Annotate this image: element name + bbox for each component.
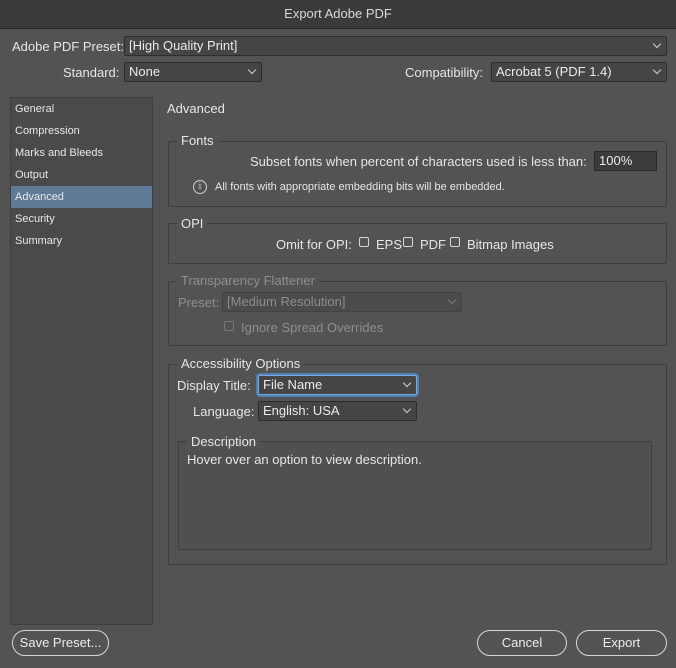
opi-panel xyxy=(168,223,667,264)
language-value: English: USA xyxy=(263,403,340,418)
pdf-checkbox[interactable] xyxy=(403,237,413,247)
display-title-label: Display Title: xyxy=(177,378,251,393)
preset-dropdown[interactable]: [High Quality Print] xyxy=(124,36,667,56)
description-text: Hover over an option to view description… xyxy=(187,452,422,467)
sidebar-item-output[interactable]: Output xyxy=(11,164,152,186)
save-preset-button[interactable]: Save Preset... xyxy=(12,630,109,656)
cancel-button[interactable]: Cancel xyxy=(477,630,567,656)
ignore-spread-overrides-checkbox[interactable] xyxy=(224,321,234,331)
ignore-spread-overrides-label: Ignore Spread Overrides xyxy=(241,320,384,335)
sidebar-item-advanced[interactable]: Advanced xyxy=(11,186,152,208)
omit-opi-label: Omit for OPI: xyxy=(276,237,352,252)
display-title-dropdown[interactable]: File Name xyxy=(258,375,417,395)
bitmap-images-checkbox[interactable] xyxy=(450,237,460,247)
chevron-down-icon xyxy=(652,65,662,75)
info-icon: i xyxy=(193,180,207,194)
transparency-preset-label: Preset: xyxy=(178,295,220,310)
sidebar-item-summary[interactable]: Summary xyxy=(11,230,152,252)
export-button[interactable]: Export xyxy=(576,630,667,656)
transparency-panel xyxy=(168,281,667,346)
transparency-preset-value: [Medium Resolution] xyxy=(227,294,346,309)
bitmap-images-label: Bitmap Images xyxy=(467,237,554,252)
subset-label: Subset fonts when percent of characters … xyxy=(250,154,587,169)
transparency-preset-dropdown[interactable]: [Medium Resolution] xyxy=(222,292,462,312)
fonts-legend: Fonts xyxy=(177,133,218,148)
compatibility-dropdown[interactable]: Acrobat 5 (PDF 1.4) xyxy=(491,62,667,82)
chevron-down-icon xyxy=(402,378,412,388)
subset-percent-input[interactable]: 100% xyxy=(594,151,657,171)
description-legend: Description xyxy=(187,434,261,449)
transparency-legend: Transparency Flattener xyxy=(177,273,319,288)
pdf-label: PDF xyxy=(420,237,446,252)
eps-checkbox[interactable] xyxy=(359,237,369,247)
standard-label: Standard: xyxy=(63,65,120,80)
chevron-down-icon xyxy=(652,39,662,49)
sidebar-item-marks-and-bleeds[interactable]: Marks and Bleeds xyxy=(11,142,152,164)
eps-label: EPS xyxy=(376,237,403,252)
fonts-info-text: All fonts with appropriate embedding bit… xyxy=(215,181,505,193)
preset-label: Adobe PDF Preset: xyxy=(12,39,124,54)
compatibility-label: Compatibility: xyxy=(405,65,484,80)
chevron-down-icon xyxy=(247,65,257,75)
opi-legend: OPI xyxy=(177,216,208,231)
chevron-down-icon xyxy=(447,295,457,305)
fonts-panel xyxy=(168,141,667,207)
language-dropdown[interactable]: English: USA xyxy=(258,401,417,421)
standard-dropdown[interactable]: None xyxy=(124,62,262,82)
sidebar-item-security[interactable]: Security xyxy=(11,208,152,230)
compatibility-value: Acrobat 5 (PDF 1.4) xyxy=(496,64,612,79)
page-title: Advanced xyxy=(167,101,225,116)
sidebar-item-compression[interactable]: Compression xyxy=(11,120,152,142)
sidebar: General Compression Marks and Bleeds Out… xyxy=(10,97,153,625)
display-title-value: File Name xyxy=(263,377,323,392)
standard-value: None xyxy=(129,64,161,79)
accessibility-legend: Accessibility Options xyxy=(177,356,305,371)
sidebar-item-general[interactable]: General xyxy=(11,98,152,120)
chevron-down-icon xyxy=(402,404,412,414)
language-label: Language: xyxy=(193,404,255,419)
window-title: Export Adobe PDF xyxy=(0,0,676,29)
preset-value: [High Quality Print] xyxy=(129,38,238,53)
